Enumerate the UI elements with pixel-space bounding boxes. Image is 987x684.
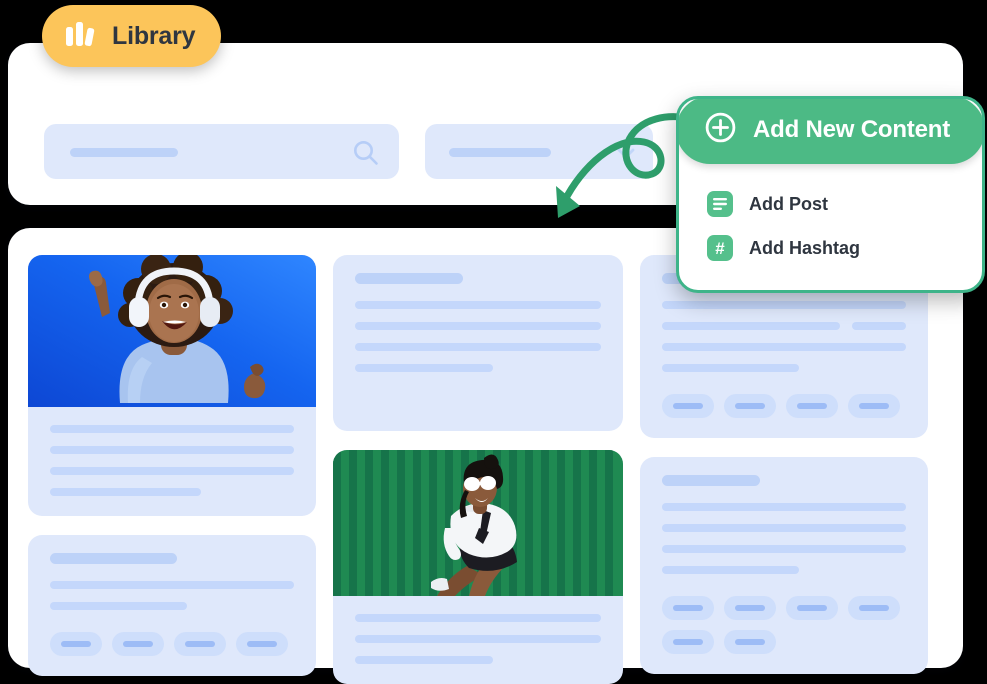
text-line (355, 635, 601, 643)
add-new-content-button[interactable]: Add New Content (679, 99, 982, 164)
filter-select[interactable] (425, 124, 653, 179)
menu-item-label: Add Post (749, 193, 828, 214)
text-line (662, 301, 906, 309)
add-new-content-label: Add New Content (753, 116, 950, 143)
tag-chip[interactable] (50, 632, 102, 656)
tag-chip[interactable] (662, 394, 714, 418)
text-line (662, 545, 906, 553)
search-placeholder-bar (70, 148, 178, 157)
library-badge[interactable]: Library (42, 5, 222, 67)
text-line (662, 503, 906, 511)
card-text-placeholder (28, 407, 316, 516)
text-line (662, 322, 841, 330)
text-line (50, 425, 294, 433)
menu-item-add-post[interactable]: Add Post (679, 182, 982, 226)
photo-card-headphones[interactable] (28, 255, 316, 516)
tag-chip[interactable] (786, 394, 838, 418)
text-line (355, 301, 601, 309)
text-line (355, 364, 493, 372)
text-line (355, 343, 601, 351)
tag-chip[interactable] (174, 632, 226, 656)
column-left (28, 255, 316, 684)
tag-list (662, 394, 906, 418)
card-text-placeholder (333, 596, 623, 684)
plus-circle-icon (704, 111, 737, 149)
text-line (50, 488, 202, 496)
chevron-down-icon[interactable] (613, 142, 639, 169)
text-line (355, 656, 493, 664)
tag-chip[interactable] (848, 394, 900, 418)
text-line (355, 614, 601, 622)
column-right (640, 255, 928, 684)
tag-chip[interactable] (662, 630, 714, 654)
text-line (662, 524, 906, 532)
tag-chip[interactable] (662, 596, 714, 620)
photo-card-green-wall[interactable] (333, 450, 623, 684)
card-title-placeholder (50, 553, 177, 564)
placeholder-card[interactable] (640, 457, 928, 674)
text-line (50, 446, 294, 454)
text-line-split (662, 322, 906, 330)
hashtag-icon: # (707, 235, 733, 261)
text-line (662, 343, 906, 351)
filter-placeholder-bar (449, 148, 551, 157)
text-line (355, 322, 601, 330)
text-line (50, 581, 294, 589)
text-line (50, 602, 187, 610)
card-title-placeholder (662, 475, 760, 486)
text-line (50, 467, 294, 475)
tag-chip[interactable] (724, 596, 776, 620)
tag-list (662, 596, 906, 654)
tag-chip[interactable] (724, 630, 776, 654)
text-line (852, 322, 906, 330)
tag-chip[interactable] (848, 596, 900, 620)
placeholder-card[interactable] (28, 535, 316, 676)
placeholder-card[interactable] (333, 255, 623, 431)
tag-chip[interactable] (112, 632, 164, 656)
text-line (662, 364, 799, 372)
photo-woman-with-headphones (28, 255, 316, 407)
tag-chip[interactable] (236, 632, 288, 656)
library-badge-label: Library (112, 21, 196, 50)
search-input[interactable] (44, 124, 399, 179)
text-line (662, 566, 799, 574)
search-icon[interactable] (351, 138, 381, 173)
tag-list (50, 632, 294, 656)
add-menu-list: Add Post # Add Hashtag (679, 164, 982, 290)
books-icon (64, 19, 98, 54)
photo-woman-sunglasses-green-wall (333, 450, 623, 596)
column-middle (333, 255, 623, 684)
add-new-content-menu: Add New Content Add Post # Add Hashtag (676, 96, 985, 293)
post-lines-icon (707, 191, 733, 217)
card-title-placeholder (355, 273, 464, 284)
tag-chip[interactable] (786, 596, 838, 620)
menu-item-add-hashtag[interactable]: # Add Hashtag (679, 226, 982, 270)
menu-item-label: Add Hashtag (749, 237, 861, 258)
library-grid (28, 255, 943, 684)
tag-chip[interactable] (724, 394, 776, 418)
